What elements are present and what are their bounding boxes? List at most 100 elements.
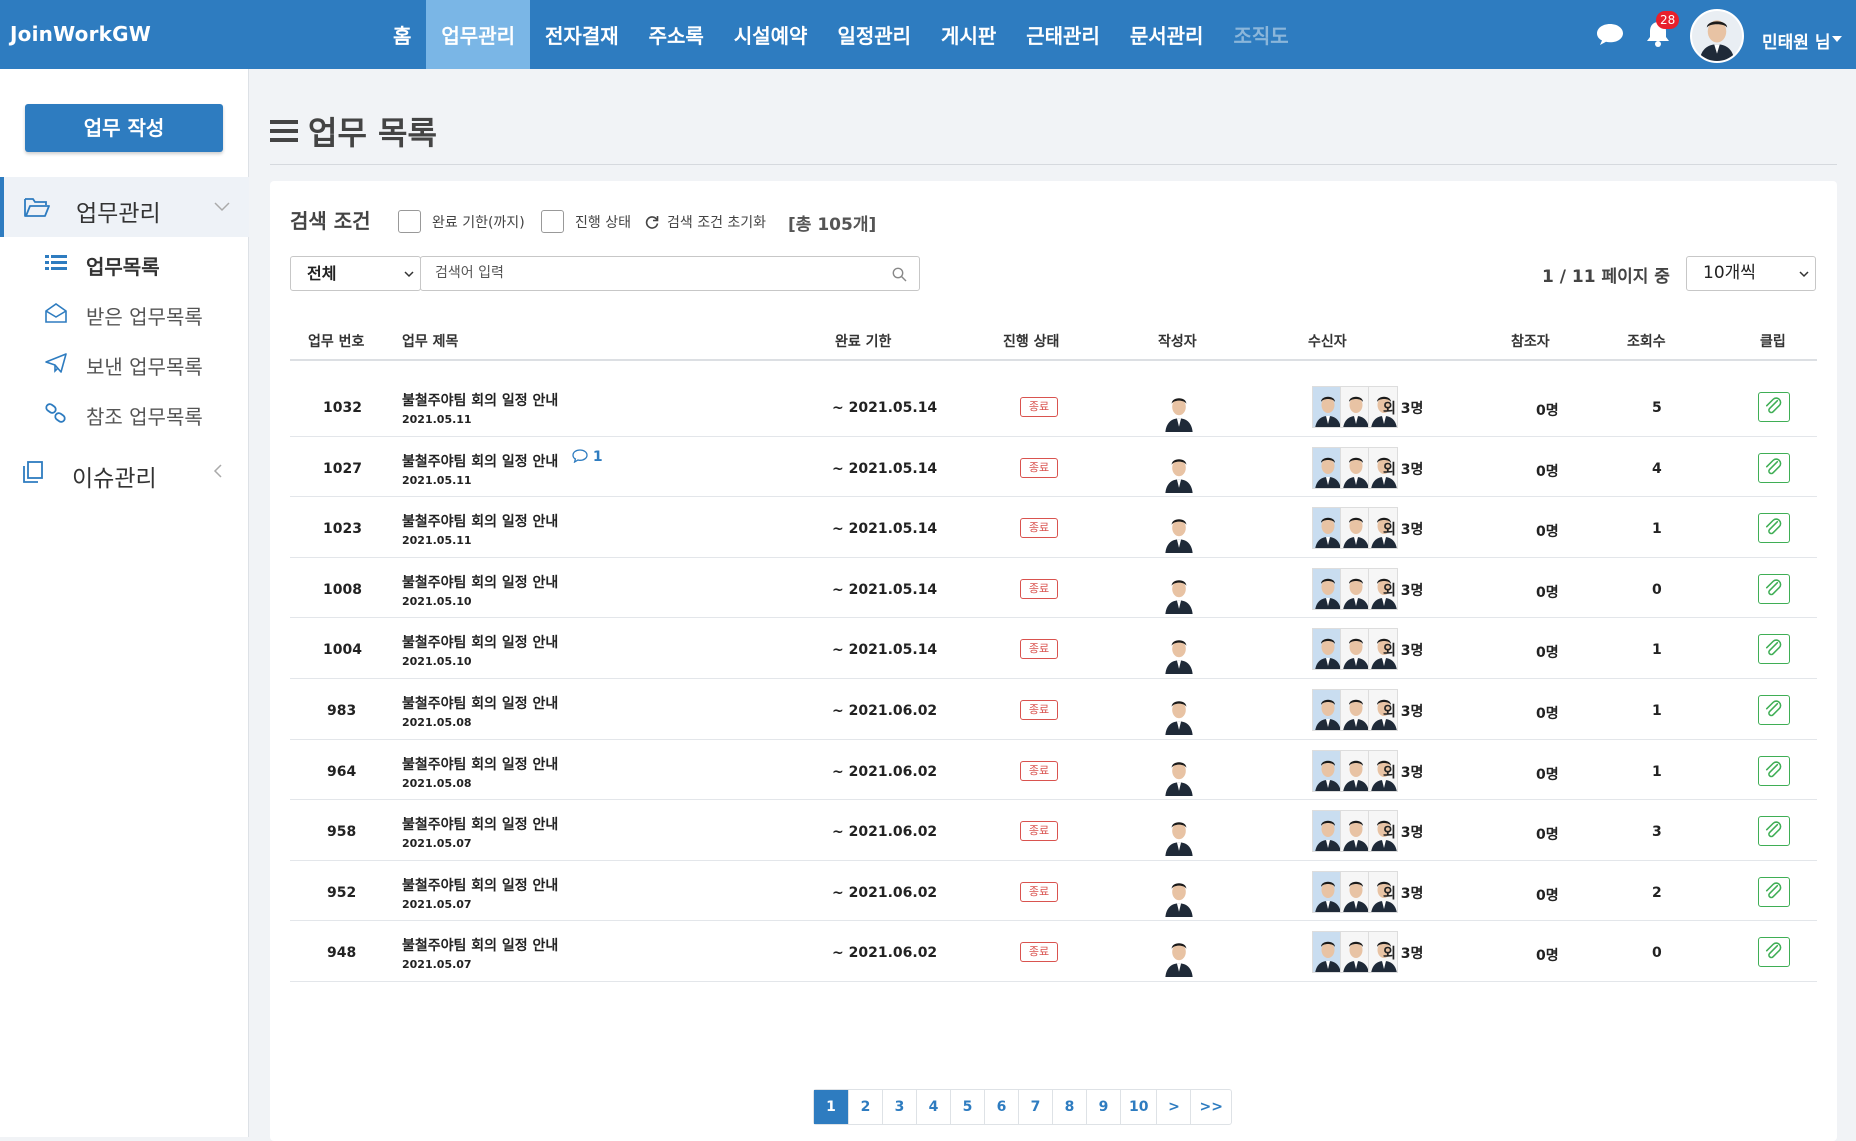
header-author[interactable]: 작성자 (1158, 331, 1197, 351)
clip-button[interactable] (1758, 755, 1790, 786)
table-row[interactable]: 958 불철주야팀 회의 일정 안내 2021.05.07 ~ 2021.06.02 종… (290, 800, 1817, 861)
nav-item-6[interactable]: 게시판 (926, 0, 1011, 69)
nav-item-5[interactable]: 일정관리 (822, 0, 926, 69)
author-avatar[interactable] (1160, 933, 1198, 978)
sidebar-item-sent-tasks[interactable]: 보낸 업무목록 (0, 341, 249, 385)
page-button-2[interactable]: 3 (882, 1090, 916, 1124)
write-task-button[interactable]: 업무 작성 (25, 104, 223, 152)
header-clip[interactable]: 클립 (1760, 331, 1786, 351)
table-row[interactable]: 948 불철주야팀 회의 일정 안내 2021.05.07 ~ 2021.06.02 종… (290, 921, 1817, 982)
page-button-8[interactable]: 9 (1086, 1090, 1120, 1124)
header-recipients[interactable]: 수신자 (1308, 331, 1347, 351)
header-references[interactable]: 참조자 (1511, 331, 1550, 351)
clip-button[interactable] (1758, 695, 1790, 725)
nav-item-8[interactable]: 문서관리 (1115, 0, 1219, 69)
table-row[interactable]: 1023 불철주야팀 회의 일정 안내 2021.05.11 ~ 2021.05.14… (290, 497, 1817, 558)
recipient-avatar[interactable] (1340, 689, 1370, 731)
search-scope-select[interactable]: 전체 (290, 256, 421, 291)
page-button-3[interactable]: 4 (916, 1090, 950, 1124)
recipient-avatar[interactable] (1340, 567, 1370, 610)
page-button-6[interactable]: 7 (1018, 1090, 1052, 1124)
task-title-link[interactable]: 불철주야팀 회의 일정 안내 (402, 632, 558, 652)
status-filter-checkbox[interactable] (541, 210, 564, 233)
page-button-1[interactable]: 2 (848, 1090, 882, 1124)
task-title-link[interactable]: 불철주야팀 회의 일정 안내 (402, 754, 558, 774)
header-task-title[interactable]: 업무 제목 (402, 331, 458, 351)
recipient-avatar[interactable] (1340, 446, 1370, 489)
recipient-avatar[interactable] (1312, 870, 1342, 913)
clip-button[interactable] (1758, 573, 1790, 604)
clip-button[interactable] (1758, 816, 1790, 847)
page-button-4[interactable]: 5 (950, 1090, 984, 1124)
sidebar-group-issue-management[interactable]: 이슈관리 (0, 442, 249, 502)
per-page-select[interactable]: 10개씩 (1686, 256, 1816, 291)
reset-filters-button[interactable]: 검색 조건 초기화 (667, 212, 766, 232)
header-views[interactable]: 조회수 (1627, 331, 1666, 351)
task-title-link[interactable]: 불철주야팀 회의 일정 안내 (402, 451, 558, 471)
table-row[interactable]: 952 불철주야팀 회의 일정 안내 2021.05.07 ~ 2021.06.02 종… (290, 861, 1817, 922)
refresh-icon[interactable] (645, 215, 659, 229)
task-title-link[interactable]: 불철주야팀 회의 일정 안내 (402, 935, 558, 955)
table-row[interactable]: 1004 불철주야팀 회의 일정 안내 2021.05.10 ~ 2021.05.14… (290, 618, 1817, 679)
recipient-avatar[interactable] (1340, 810, 1370, 853)
page-button-11[interactable]: >> (1190, 1090, 1230, 1124)
recipient-avatar[interactable] (1340, 749, 1370, 792)
task-title-link[interactable]: 불철주야팀 회의 일정 안내 (402, 693, 558, 713)
header-due-date[interactable]: 완료 기한 (835, 331, 891, 351)
nav-item-4[interactable]: 시설예약 (719, 0, 823, 69)
author-avatar[interactable] (1160, 691, 1198, 735)
page-button-7[interactable]: 8 (1052, 1090, 1086, 1124)
clip-button[interactable] (1758, 513, 1790, 544)
recipient-avatar[interactable] (1340, 386, 1370, 428)
clip-button[interactable] (1758, 392, 1790, 422)
table-row[interactable]: 964 불철주야팀 회의 일정 안내 2021.05.08 ~ 2021.06.02 종… (290, 740, 1817, 801)
header-task-number[interactable]: 업무 번호 (308, 331, 364, 351)
recipient-avatar[interactable] (1312, 628, 1342, 671)
recipient-avatar[interactable] (1340, 931, 1370, 974)
nav-item-0[interactable]: 홈 (378, 0, 426, 69)
recipient-avatar[interactable] (1312, 507, 1342, 550)
nav-item-2[interactable]: 전자결재 (530, 0, 634, 69)
table-row[interactable]: 983 불철주야팀 회의 일정 안내 2021.05.08 ~ 2021.06.02 종… (290, 679, 1817, 740)
nav-item-7[interactable]: 근태관리 (1011, 0, 1115, 69)
author-avatar[interactable] (1160, 570, 1198, 614)
nav-item-3[interactable]: 주소록 (634, 0, 719, 69)
recipient-avatar[interactable] (1312, 749, 1342, 792)
recipient-avatar[interactable] (1312, 810, 1342, 853)
recipient-avatar[interactable] (1340, 507, 1370, 550)
sidebar-item-reference-tasks[interactable]: 참조 업무목록 (0, 391, 249, 435)
chat-icon[interactable] (1596, 22, 1624, 46)
clip-button[interactable] (1758, 452, 1790, 483)
nav-item-1[interactable]: 업무관리 (426, 0, 531, 69)
comment-count[interactable]: 1 (572, 449, 603, 465)
author-avatar[interactable] (1160, 873, 1198, 917)
sidebar-item-task-list[interactable]: 업무목록 (0, 241, 249, 285)
sidebar-item-received-tasks[interactable]: 받은 업무목록 (0, 291, 249, 335)
author-avatar[interactable] (1160, 812, 1198, 857)
task-title-link[interactable]: 불철주야팀 회의 일정 안내 (402, 875, 558, 895)
sidebar-group-task-management[interactable]: 업무관리 (0, 177, 249, 237)
user-name[interactable]: 민태원 님 (1762, 28, 1830, 53)
deadline-filter-checkbox[interactable] (398, 210, 421, 233)
task-title-link[interactable]: 불철주야팀 회의 일정 안내 (402, 511, 558, 531)
chevron-down-icon[interactable] (1832, 36, 1842, 42)
search-icon[interactable] (892, 267, 907, 282)
page-button-10[interactable]: > (1156, 1090, 1190, 1124)
recipient-avatar[interactable] (1312, 446, 1342, 489)
clip-button[interactable] (1758, 937, 1790, 968)
author-avatar[interactable] (1160, 388, 1198, 432)
recipient-avatar[interactable] (1312, 689, 1342, 731)
page-button-0[interactable]: 1 (814, 1090, 848, 1124)
recipient-avatar[interactable] (1312, 386, 1342, 428)
brand-logo[interactable]: JoinWorkGW (10, 22, 151, 46)
page-button-5[interactable]: 6 (984, 1090, 1018, 1124)
task-title-link[interactable]: 불철주야팀 회의 일정 안내 (402, 572, 558, 592)
task-title-link[interactable]: 불철주야팀 회의 일정 안내 (402, 814, 558, 834)
author-avatar[interactable] (1160, 509, 1198, 554)
recipient-avatar[interactable] (1312, 567, 1342, 610)
search-input[interactable]: 검색어 입력 (420, 256, 920, 291)
header-status[interactable]: 진행 상태 (1003, 331, 1059, 351)
nav-item-9[interactable]: 조직도 (1218, 0, 1303, 69)
clip-button[interactable] (1758, 634, 1790, 665)
author-avatar[interactable] (1160, 752, 1198, 796)
